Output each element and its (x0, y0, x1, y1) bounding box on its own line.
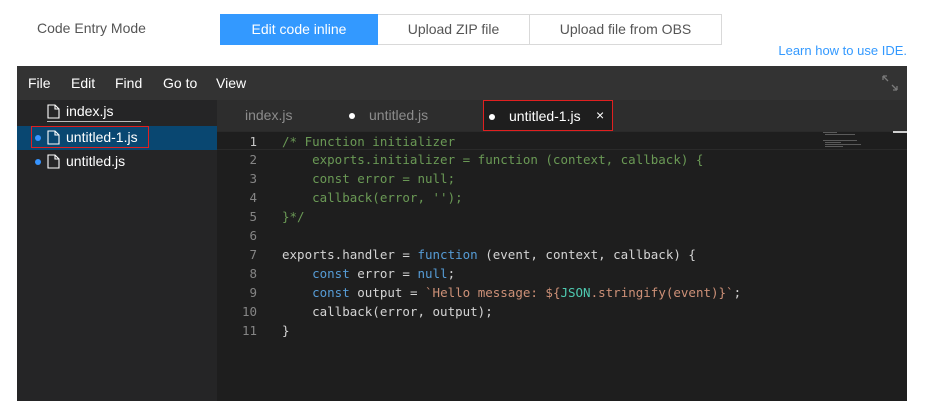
upload-file-from-obs-button[interactable]: Upload file from OBS (529, 14, 722, 45)
menu-edit[interactable]: Edit (71, 75, 95, 91)
file-item-untitled-1-js[interactable]: untitled-1.js (17, 126, 217, 150)
file-icon (47, 104, 60, 119)
modified-dot-icon (35, 159, 41, 165)
file-underline (47, 121, 141, 122)
code-text: callback(error, output); (282, 304, 493, 319)
code-text: } (282, 323, 290, 338)
line-number: 10 (241, 304, 257, 319)
tab-index-js[interactable]: index.js (217, 100, 327, 131)
tab-untitled-1-js[interactable]: untitled-1.js × (483, 100, 613, 131)
edit-code-inline-button[interactable]: Edit code inline (220, 14, 378, 45)
line-number: 9 (249, 285, 257, 300)
code-text: }*/ (282, 209, 305, 224)
tab-label: index.js (245, 107, 293, 123)
file-item-index-js[interactable]: index.js (17, 100, 217, 124)
menu-file[interactable]: File (28, 75, 51, 91)
line-number: 3 (249, 171, 257, 186)
line-number: 6 (249, 228, 257, 243)
code-entry-mode-label: Code Entry Mode (37, 20, 146, 36)
code-editor[interactable]: 1 /* Function initializer 2 exports.init… (217, 131, 907, 401)
ide-panel: File Edit Find Go to View index.js untit… (17, 66, 907, 401)
code-line: 10 callback(error, output); (217, 302, 907, 321)
file-name: untitled.js (66, 153, 126, 169)
code-text: const error = null; (312, 266, 456, 281)
code-line: 11 } (217, 321, 907, 340)
highlight-box (31, 126, 149, 148)
code-line: 8 const error = null; (217, 264, 907, 283)
line-number: 5 (249, 209, 257, 224)
tab-label: untitled.js (369, 107, 429, 123)
line-number: 2 (249, 152, 257, 167)
file-icon (47, 154, 60, 169)
line-number: 1 (249, 134, 257, 149)
code-line: 2 exports.initializer = function (contex… (217, 150, 907, 169)
learn-ide-link[interactable]: Learn how to use IDE. (778, 43, 907, 58)
file-name: index.js (66, 103, 114, 119)
minimap[interactable] (823, 131, 883, 171)
code-line: 7 exports.handler = function (event, con… (217, 245, 907, 264)
editor-tab-bar: index.js untitled.js untitled-1.js × (217, 100, 907, 131)
code-line: 9 const output = `Hello message: ${JSON.… (217, 283, 907, 302)
menu-find[interactable]: Find (115, 75, 142, 91)
code-text: const output = `Hello message: ${JSON.st… (312, 285, 742, 300)
code-text: /* Function initializer (282, 134, 456, 149)
line-number: 4 (249, 190, 257, 205)
code-text: const error = null; (282, 171, 456, 186)
upload-zip-file-button[interactable]: Upload ZIP file (377, 14, 530, 45)
code-line: 1 /* Function initializer (217, 131, 907, 150)
code-line: 5 }*/ (217, 207, 907, 226)
code-line: 4 callback(error, ''); (217, 188, 907, 207)
modified-dot-icon (349, 113, 355, 119)
menu-bar: File Edit Find Go to View (17, 66, 907, 100)
scrollbar[interactable] (893, 131, 907, 133)
tab-label: untitled-1.js (509, 108, 581, 124)
line-number: 8 (249, 266, 257, 281)
menu-view[interactable]: View (216, 75, 246, 91)
file-explorer: index.js untitled-1.js untitled.js (17, 100, 217, 401)
code-line: 6 (217, 226, 907, 245)
tab-untitled-js[interactable]: untitled.js (335, 100, 475, 131)
expand-arrows-icon[interactable] (881, 74, 899, 92)
code-text: callback(error, ''); (282, 190, 463, 205)
code-line: 3 const error = null; (217, 169, 907, 188)
close-icon[interactable]: × (596, 107, 604, 123)
code-text: exports.initializer = function (context,… (282, 152, 704, 167)
code-text: exports.handler = function (event, conte… (282, 247, 696, 262)
code-entry-mode-selector: Edit code inline Upload ZIP file Upload … (220, 14, 722, 45)
menu-goto[interactable]: Go to (163, 75, 197, 91)
modified-dot-icon (489, 114, 495, 120)
line-number: 7 (249, 247, 257, 262)
file-item-untitled-js[interactable]: untitled.js (17, 150, 217, 174)
line-number: 11 (241, 323, 257, 338)
